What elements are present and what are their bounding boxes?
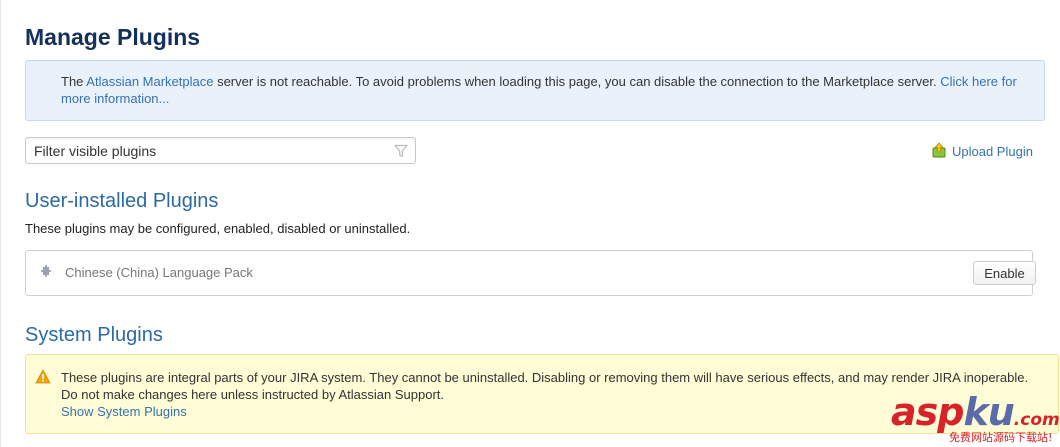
show-system-plugins-link[interactable]: Show System Plugins bbox=[61, 403, 187, 420]
watermark-blue: ku bbox=[963, 390, 1014, 434]
system-plugins-heading: System Plugins bbox=[25, 324, 163, 346]
watermark-suffix: .com bbox=[1013, 410, 1060, 430]
upload-plugin-link[interactable]: Upload Plugin bbox=[931, 141, 1033, 161]
warning-text: These plugins are integral parts of your… bbox=[61, 370, 1029, 402]
upload-plugin-icon bbox=[931, 141, 947, 161]
watermark-red: asp bbox=[891, 390, 964, 434]
funnel-icon bbox=[394, 144, 408, 158]
enable-plugin-button[interactable]: Enable bbox=[973, 261, 1036, 285]
upload-plugin-label: Upload Plugin bbox=[952, 143, 1033, 159]
warning-icon bbox=[35, 369, 51, 384]
user-installed-description: These plugins may be configured, enabled… bbox=[25, 221, 411, 236]
manage-plugins-page: Manage Plugins The Atlassian Marketplace… bbox=[0, 0, 1060, 447]
marketplace-unreachable-message: The Atlassian Marketplace server is not … bbox=[25, 60, 1045, 121]
plugin-name[interactable]: Chinese (China) Language Pack bbox=[65, 265, 253, 280]
filter-plugins-field[interactable] bbox=[25, 137, 416, 164]
user-installed-heading: User-installed Plugins bbox=[25, 190, 219, 212]
aspku-watermark-logo: aspku.com 免费网站源码下载站! bbox=[891, 391, 1060, 447]
page-title: Manage Plugins bbox=[25, 24, 201, 50]
watermark-subtitle: 免费网站源码下载站! bbox=[949, 431, 1053, 444]
puzzle-piece-icon bbox=[38, 264, 54, 280]
filter-plugins-input[interactable] bbox=[26, 138, 386, 163]
info-text-before: The bbox=[61, 74, 87, 89]
plugin-row[interactable]: Chinese (China) Language Pack Enable bbox=[25, 250, 1036, 296]
atlassian-marketplace-link[interactable]: Atlassian Marketplace bbox=[86, 74, 213, 89]
info-text-after: server is not reachable. To avoid proble… bbox=[213, 74, 941, 89]
